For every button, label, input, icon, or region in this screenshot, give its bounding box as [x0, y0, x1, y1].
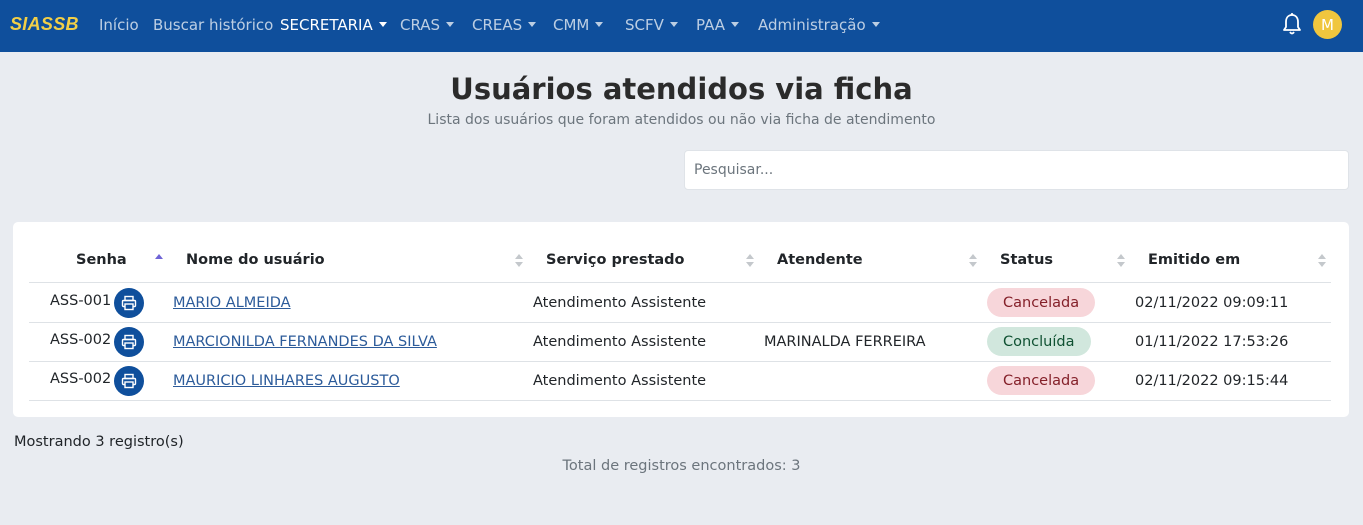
nav-item-buscar-historico[interactable]: Buscar histórico — [153, 16, 273, 34]
nav-item-cras[interactable]: CRAS — [400, 16, 455, 34]
column-header-emitido[interactable]: Emitido em — [1148, 252, 1240, 268]
emitido-cell: 02/11/2022 09:09:11 — [1135, 295, 1289, 311]
print-button[interactable] — [114, 366, 144, 396]
search-input[interactable] — [684, 150, 1349, 190]
servico-cell: Atendimento Assistente — [533, 373, 707, 389]
user-avatar[interactable]: M — [1313, 10, 1342, 39]
nav-item-label: SCFV — [625, 16, 664, 34]
brand-logo[interactable]: SIASSB — [10, 14, 79, 35]
column-header-status[interactable]: Status — [1000, 252, 1053, 268]
caret-down-icon — [378, 22, 387, 27]
page-subtitle: Lista dos usuários que foram atendidos o… — [427, 112, 936, 128]
printer-icon — [121, 334, 137, 350]
status-badge: Cancelada — [987, 366, 1096, 395]
nav-item-secretaria[interactable]: SECRETARIA — [280, 16, 387, 34]
nav-item-label: Buscar histórico — [153, 16, 274, 34]
nav-item-label: CMM — [553, 16, 590, 34]
column-header-nome[interactable]: Nome do usuário — [186, 252, 325, 268]
table-row: ASS-002 MARCIONILDA FERNANDES DA SILVA A… — [29, 322, 1331, 361]
sort-icon[interactable] — [746, 252, 754, 268]
status-badge: Cancelada — [987, 288, 1096, 317]
servico-cell: Atendimento Assistente — [533, 295, 707, 311]
user-name-link[interactable]: MARCIONILDA FERNANDES DA SILVA — [173, 334, 437, 350]
sort-icon[interactable] — [1117, 252, 1125, 268]
nav-item-label: Início — [99, 16, 139, 34]
status-badge: Concluída — [987, 327, 1091, 356]
nav-item-paa[interactable]: PAA — [696, 16, 740, 34]
row-divider — [29, 400, 1331, 401]
senha-cell: ASS-002 — [50, 332, 112, 348]
user-name-link[interactable]: MAURICIO LINHARES AUGUSTO — [173, 373, 400, 389]
sort-icon[interactable] — [1318, 252, 1326, 268]
users-table: Senha Nome do usuário Serviço prestado A… — [13, 222, 1349, 417]
column-header-servico[interactable]: Serviço prestado — [546, 252, 685, 268]
caret-down-icon — [871, 22, 880, 27]
caret-down-icon — [731, 22, 740, 27]
senha-cell: ASS-001 — [50, 293, 112, 309]
table-row: ASS-001 MARIO ALMEIDA Atendimento Assist… — [29, 283, 1331, 322]
caret-down-icon — [528, 22, 537, 27]
nav-item-cmm[interactable]: CMM — [553, 16, 604, 34]
sort-icon[interactable] — [969, 252, 977, 268]
nav-item-label: CREAS — [472, 16, 523, 34]
servico-cell: Atendimento Assistente — [533, 334, 707, 350]
column-header-senha[interactable]: Senha — [76, 252, 127, 268]
print-button[interactable] — [114, 288, 144, 318]
user-name-link[interactable]: MARIO ALMEIDA — [173, 295, 291, 311]
showing-count: Mostrando 3 registro(s) — [14, 434, 184, 450]
nav-item-label: Administração — [758, 16, 866, 34]
sort-icon[interactable] — [515, 252, 523, 268]
page-title: Usuários atendidos via ficha — [450, 72, 913, 106]
sort-ascending-icon[interactable] — [155, 252, 163, 268]
caret-down-icon — [446, 22, 455, 27]
printer-icon — [121, 295, 137, 311]
total-count: Total de registros encontrados: 3 — [562, 458, 801, 474]
printer-icon — [121, 373, 137, 389]
nav-item-label: SECRETARIA — [280, 16, 373, 34]
table-row: ASS-002 MAURICIO LINHARES AUGUSTO Atendi… — [29, 361, 1331, 400]
top-navbar: SIASSB Início Buscar histórico SECRETARI… — [0, 0, 1363, 52]
column-header-atendente[interactable]: Atendente — [777, 252, 863, 268]
nav-item-scfv[interactable]: SCFV — [625, 16, 678, 34]
nav-item-administracao[interactable]: Administração — [758, 16, 880, 34]
nav-item-label: PAA — [696, 16, 726, 34]
nav-item-inicio[interactable]: Início — [99, 16, 139, 34]
nav-item-creas[interactable]: CREAS — [472, 16, 537, 34]
atendente-cell: MARINALDA FERREIRA — [764, 334, 926, 350]
print-button[interactable] — [114, 327, 144, 357]
caret-down-icon — [669, 22, 678, 27]
caret-down-icon — [595, 22, 604, 27]
emitido-cell: 02/11/2022 09:15:44 — [1135, 373, 1289, 389]
bell-icon[interactable] — [1282, 12, 1302, 36]
emitido-cell: 01/11/2022 17:53:26 — [1135, 334, 1289, 350]
nav-item-label: CRAS — [400, 16, 441, 34]
senha-cell: ASS-002 — [50, 371, 112, 387]
